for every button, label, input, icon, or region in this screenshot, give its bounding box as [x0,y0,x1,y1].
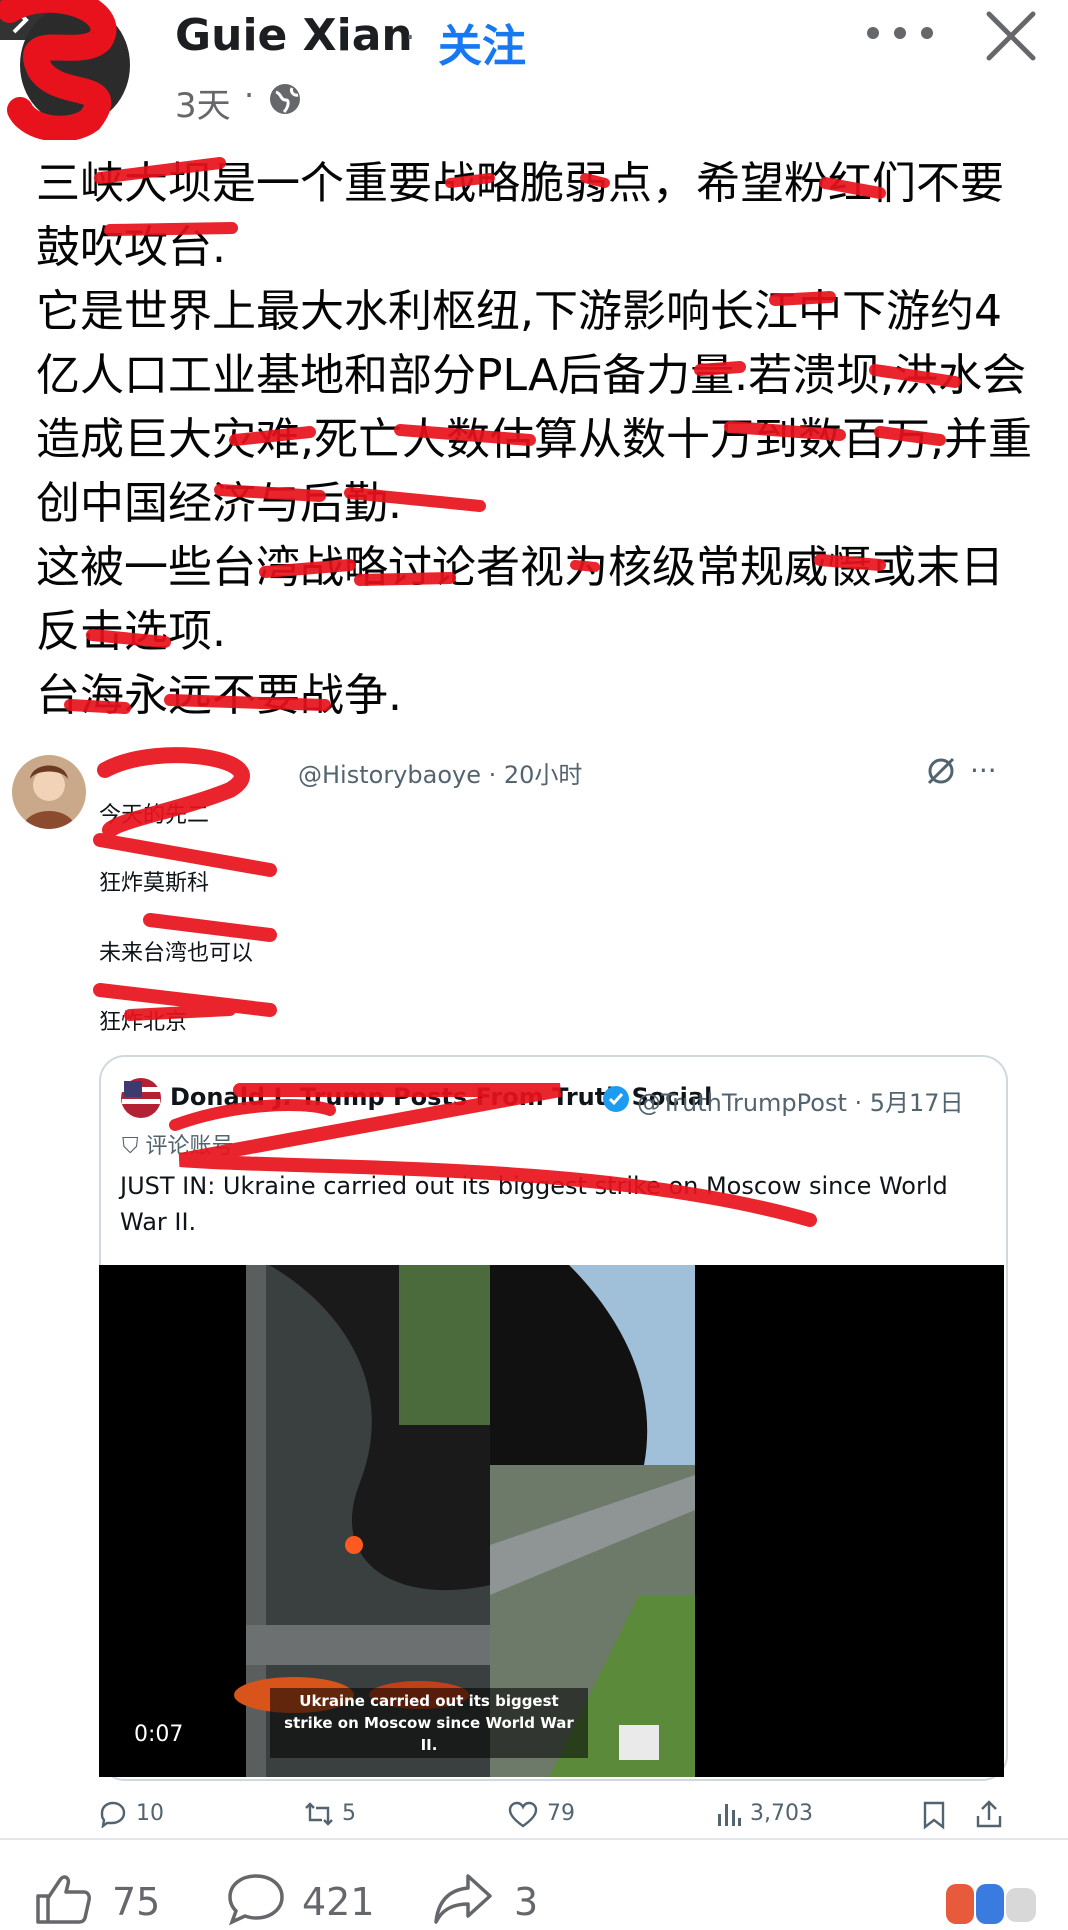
divider [0,1838,1068,1840]
time-separator: · [244,76,255,114]
reply-icon[interactable] [98,1800,126,1829]
like-count: 79 [547,1801,575,1826]
close-icon[interactable] [985,10,1037,62]
more-options-icon[interactable] [855,18,945,48]
quote-handle[interactable]: @TruthTrumpPost · 5月17日 [637,1083,964,1118]
bookmark-icon[interactable] [922,1800,946,1830]
tweet-line: 狂炸莫斯科 [99,871,210,896]
heart-icon[interactable] [508,1801,538,1829]
share-count: 3 [514,1880,539,1924]
share-icon[interactable] [974,1798,1004,1830]
post-line: 台海永远不要战争. [36,670,402,721]
quote-label: ⛉ 评论账号 [122,1128,234,1160]
thumbs-up-icon[interactable] [34,1872,94,1926]
globe-icon [268,82,302,116]
post-time[interactable]: 3天 [175,78,231,127]
comment-icon[interactable] [226,1872,286,1926]
reaction-icons[interactable] [940,1880,1065,1926]
header-separator: · [405,18,416,56]
follow-button[interactable]: 关注 [438,10,526,74]
post-line: 它是世界上最大水利枢纽,下游影响长江中下游约4亿人口工业基地和部分PLA后备力量… [36,286,1032,529]
quote-text: JUST IN: Ukraine carried out its biggest… [120,1172,948,1236]
quote-label-text: 评论账号 [145,1134,234,1159]
tweet-line: 今天的先二 [99,803,210,828]
author-name[interactable]: Guie Xian [175,10,413,61]
quote-avatar [120,1077,162,1119]
reply-count: 10 [136,1801,164,1826]
video-caption: Ukraine carried out its biggest strike o… [270,1688,588,1758]
quote-author-name[interactable]: Donald J. Trump Posts From Truth Social [170,1083,712,1111]
author-avatar[interactable] [0,0,140,142]
retweet-count: 5 [342,1801,356,1826]
views-icon[interactable] [716,1800,742,1828]
tweet-line: 狂炸北京 [99,1010,188,1035]
retweet-icon[interactable] [302,1800,336,1828]
like-count: 75 [112,1880,161,1924]
video-time: 0:07 [134,1722,184,1747]
verified-badge-icon [602,1085,630,1113]
post-line: 这被一些台湾战略讨论者视为核级常规威慑或末日反击选项. [36,542,1004,657]
tweet-handle[interactable]: @Historybaoye · 20小时 [298,755,582,790]
post-text: 三峡大坝是一个重要战略脆弱点，希望粉红们不要鼓吹攻台. 它是世界上最大水利枢纽,… [36,152,1036,728]
share-arrow-icon[interactable] [432,1872,494,1926]
shield-icon: ⛉ [122,1134,146,1159]
tweet-more-icon[interactable]: ··· [970,754,997,787]
grok-icon[interactable] [925,755,957,787]
tweet-avatar [12,755,86,829]
views-count: 3,703 [750,1801,813,1826]
tweet-line: 未来台湾也可以 [99,941,254,966]
comment-count: 421 [302,1880,375,1924]
post-line: 三峡大坝是一个重要战略脆弱点，希望粉红们不要鼓吹攻台. [36,158,1004,273]
